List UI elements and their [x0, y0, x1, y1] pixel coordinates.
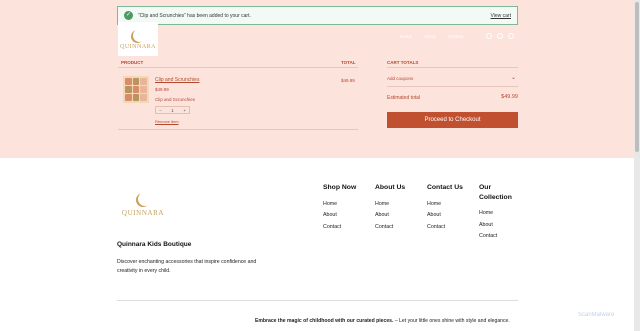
divider [387, 67, 518, 68]
footer-divider [117, 300, 518, 301]
footer-link-home[interactable]: Home [479, 210, 519, 222]
tagline-rest: – Let your little ones shine with style … [393, 318, 510, 324]
logo-text: QUINNARA [120, 43, 156, 50]
footer-link-home[interactable]: Home [375, 201, 405, 213]
scrollbar-thumb[interactable] [635, 2, 639, 152]
footer-tagline: Embrace the magic of childhood with our … [255, 318, 510, 324]
quantity-stepper[interactable]: − 1 + [155, 106, 190, 114]
chevron-down-icon[interactable]: ⌄ [511, 74, 516, 81]
proceed-to-checkout-button[interactable]: Proceed to Checkout [387, 112, 518, 128]
notice-message: “Clip and Scrunchies” has been added to … [138, 12, 251, 19]
divider [118, 129, 358, 130]
cart-totals-header: CART TOTALS [387, 60, 419, 65]
footer-link-contact[interactable]: Contact [427, 224, 463, 236]
estimated-total-label: Estimated total [387, 95, 421, 101]
product-header: PRODUCT [121, 60, 144, 65]
footer-column-title: Shop Now [323, 184, 357, 191]
footer-column-title: About Us [375, 184, 406, 191]
product-name-link[interactable]: Clip and Scrunchies [155, 77, 199, 83]
main-nav: Home About Contact [400, 34, 463, 39]
view-cart-link[interactable]: View cart [491, 13, 511, 19]
footer-link-about[interactable]: About [375, 212, 405, 224]
watermark: ScanMalware [578, 312, 615, 318]
total-header: TOTAL [341, 60, 356, 65]
footer-column-title: Contact Us [427, 184, 463, 191]
remove-item-link[interactable]: Remove item [155, 119, 179, 124]
product-variant: Clip and Scrunchies [155, 97, 196, 102]
header-icons [486, 33, 514, 39]
cart-icon[interactable] [508, 33, 514, 39]
quantity-value[interactable]: 1 [171, 108, 174, 113]
footer-brand-name: Quinnara Kids Boutique [117, 241, 192, 248]
added-to-cart-notice: ✓ “Clip and Scrunchies” has been added t… [117, 6, 518, 25]
estimated-total-value: $49.99 [501, 94, 518, 100]
line-total: $49.99 [341, 78, 355, 83]
nav-home[interactable]: Home [400, 34, 412, 39]
footer-column-shop-now: Shop Now Home About Contact [323, 183, 356, 235]
search-icon[interactable] [486, 33, 492, 39]
footer-column-our-collection: Our Collection Home About Contact [479, 183, 519, 245]
footer-link-about[interactable]: About [479, 222, 519, 234]
nav-contact[interactable]: Contact [448, 34, 464, 39]
tagline-bold: Embrace the magic of childhood with our … [255, 318, 394, 324]
footer-column-contact-us: Contact Us Home About Contact [427, 183, 463, 235]
decrease-button[interactable]: − [159, 108, 162, 113]
footer-logo-text: QUINNARA [121, 209, 165, 217]
divider [387, 86, 518, 87]
nav-about[interactable]: About [424, 34, 436, 39]
crescent-moon-icon [133, 29, 146, 42]
footer-link-about[interactable]: About [427, 212, 463, 224]
account-icon[interactable] [497, 33, 503, 39]
footer-link-home[interactable]: Home [427, 201, 463, 213]
footer-logo[interactable]: QUINNARA [121, 192, 165, 224]
footer-column-title: Our Collection [479, 184, 512, 201]
footer-link-contact[interactable]: Contact [479, 233, 519, 245]
footer-column-about-us: About Us Home About Contact [375, 183, 405, 235]
footer-description: Discover enchanting accessories that ins… [117, 259, 257, 274]
footer-link-home[interactable]: Home [323, 201, 356, 213]
scrollbar[interactable] [634, 0, 640, 331]
product-price: $49.99 [155, 87, 169, 92]
footer-link-contact[interactable]: Contact [375, 224, 405, 236]
footer-link-about[interactable]: About [323, 212, 356, 224]
header-logo[interactable]: QUINNARA [118, 22, 158, 56]
divider [118, 67, 358, 68]
check-icon: ✓ [124, 11, 133, 20]
crescent-moon-icon [138, 192, 152, 206]
increase-button[interactable]: + [183, 108, 186, 113]
product-thumbnail[interactable] [123, 76, 149, 103]
add-coupons-toggle[interactable]: Add coupons [387, 76, 413, 81]
footer-link-contact[interactable]: Contact [323, 224, 356, 236]
